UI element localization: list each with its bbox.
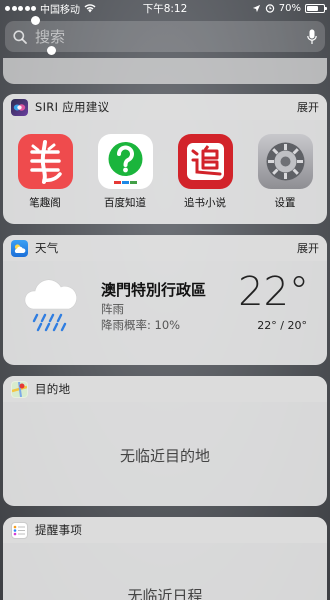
collapsed-widget [3, 58, 327, 84]
siri-icon [11, 98, 28, 116]
app-zhuishu[interactable]: 追书小说 [169, 134, 241, 210]
text-selection-handle-top[interactable] [31, 16, 40, 25]
text-selection-handle-bottom[interactable] [47, 46, 56, 55]
settings-gear-icon [257, 134, 313, 189]
app-biquge[interactable]: 笔趣阁 [9, 134, 81, 210]
baidu-zhidao-app-icon [97, 134, 153, 189]
weather-condition: 阵雨 [101, 302, 124, 316]
reminders-widget[interactable]: 提醒事项 无临近日程 [3, 517, 327, 600]
destinations-widget[interactable]: 目的地 无临近目的地 [3, 376, 327, 506]
siri-expand-button[interactable]: 展开 [297, 99, 319, 115]
siri-suggestions-widget: SIRI 应用建议 展开 笔趣阁 百度知道 追书小说 设置 [3, 94, 327, 224]
app-label: 笔趣阁 [29, 197, 61, 209]
search-icon [13, 29, 27, 44]
signal-strength-icon [5, 5, 36, 11]
app-baidu-zhidao[interactable]: 百度知道 [89, 134, 161, 210]
app-label: 百度知道 [104, 197, 146, 209]
reminders-widget-title: 提醒事项 [35, 523, 83, 537]
biquge-app-icon [17, 134, 73, 189]
wifi-icon [84, 4, 96, 13]
weather-widget-title: 天气 [35, 241, 59, 255]
status-bar: 中国移动 下午8:12 70% [0, 0, 330, 16]
carrier-name: 中国移动 [40, 4, 80, 16]
maps-app-icon [11, 380, 28, 398]
app-label: 设置 [274, 197, 296, 209]
battery-percent: 70% [278, 2, 301, 14]
destinations-widget-title: 目的地 [35, 382, 71, 396]
siri-widget-title: SIRI 应用建议 [35, 100, 110, 114]
weather-app-icon [11, 239, 28, 257]
microphone-icon[interactable] [307, 29, 317, 45]
search-input[interactable]: 搜索 [35, 26, 307, 47]
weather-expand-button[interactable]: 展开 [297, 240, 319, 256]
alarm-clock-icon [265, 4, 274, 13]
weather-widget-header: 天气 展开 [3, 235, 327, 261]
reminders-app-icon [11, 521, 28, 539]
reminders-widget-header: 提醒事项 [3, 517, 327, 543]
rain-probability: 降雨概率: 10% [101, 318, 181, 332]
temperature-range: 22° / 20° [257, 319, 307, 332]
weather-city: 澳門特別行政區 [101, 281, 207, 299]
weather-widget[interactable]: 天气 展开 澳門特別行政區 阵雨 降雨概率: 10% 22° 22° / 20° [3, 235, 327, 365]
current-temperature: 22° [238, 269, 309, 315]
app-settings[interactable]: 设置 [249, 134, 321, 210]
siri-widget-header: SIRI 应用建议 展开 [3, 94, 327, 120]
location-arrow-icon [252, 4, 260, 12]
no-destinations-message: 无临近目的地 [119, 447, 210, 465]
battery-icon [305, 3, 327, 13]
app-label: 追书小说 [184, 197, 226, 209]
rain-cloud-icon [23, 275, 79, 337]
destinations-widget-header: 目的地 [3, 376, 327, 402]
zhuishu-app-icon [177, 134, 233, 189]
no-reminders-message: 无临近日程 [127, 587, 203, 600]
